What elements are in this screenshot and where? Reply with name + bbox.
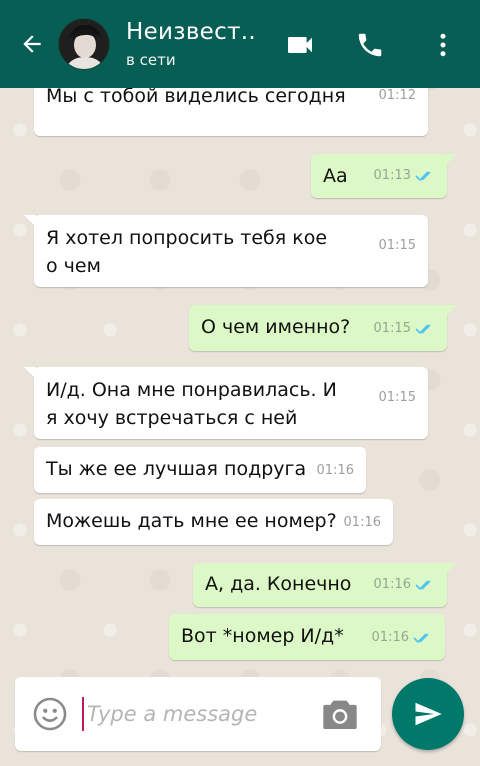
chat-header: Неизвест.. в сети: [0, 0, 480, 88]
message-time: 01:15: [378, 238, 416, 253]
message-time: 01:13: [373, 168, 411, 183]
send-icon: [415, 702, 442, 726]
contact-name: Неизвест..: [126, 19, 256, 45]
camera-button[interactable]: [320, 695, 360, 733]
more-options-icon: [440, 33, 446, 57]
message-outgoing[interactable]: Вот *номер И/д* 01:16: [169, 614, 445, 660]
message-incoming[interactable]: И/д. Она мне понравилась. И я хочу встре…: [24, 367, 428, 439]
message-time: 01:16: [371, 630, 409, 645]
back-arrow-icon: [23, 35, 41, 53]
message-text: И/д. Она мне понравилась. И я хочу встре…: [46, 379, 337, 429]
avatar-photo: [59, 19, 109, 69]
message-text: Я хотел попросить тебя кое о чем: [46, 227, 328, 277]
emoji-button[interactable]: [31, 695, 69, 733]
camera-icon: [323, 700, 357, 729]
emoji-icon: [33, 697, 67, 731]
back-button[interactable]: [12, 20, 52, 68]
message-time: 01:15: [378, 390, 416, 405]
avatar[interactable]: [58, 18, 110, 70]
message-incoming[interactable]: Можешь дать мне ее номер? 01:16: [34, 499, 393, 545]
video-call-icon: [288, 37, 312, 53]
text-cursor: [82, 697, 84, 731]
message-outgoing[interactable]: Аа 01:13: [311, 154, 457, 198]
phone-icon: [358, 33, 382, 57]
video-call-button[interactable]: [282, 27, 318, 63]
message-composer: [15, 677, 381, 751]
double-check-icon: [415, 324, 431, 335]
more-options-button[interactable]: [425, 27, 461, 63]
message-time: 01:16: [316, 463, 354, 478]
message-incoming[interactable]: Ты же ее лучшая подруга 01:16: [34, 447, 366, 493]
double-check-icon: [415, 171, 431, 182]
message-text: Можешь дать мне ее номер?: [46, 510, 337, 532]
double-check-icon: [415, 580, 431, 591]
message-input[interactable]: [87, 695, 297, 733]
message-outgoing[interactable]: А, да. Конечно 01:16: [193, 563, 457, 607]
message-outgoing[interactable]: О чем именно? 01:15: [189, 305, 457, 351]
double-check-icon: [413, 633, 429, 644]
voice-call-button[interactable]: [352, 27, 388, 63]
send-button[interactable]: [392, 678, 464, 750]
message-time: 01:16: [373, 577, 411, 592]
contact-info[interactable]: Неизвест.. в сети: [126, 19, 276, 69]
message-incoming[interactable]: Я хотел попросить тебя кое о чем 01:15: [24, 215, 428, 287]
message-time: 01:16: [343, 515, 381, 530]
message-time: 01:15: [373, 321, 411, 336]
contact-status: в сети: [126, 51, 176, 69]
